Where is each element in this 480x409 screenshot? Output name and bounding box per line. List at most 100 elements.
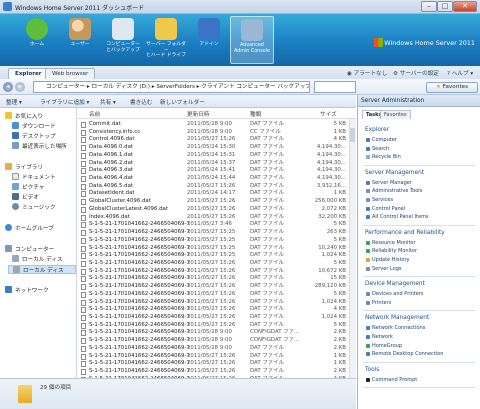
file-row[interactable]: Commit.dat 2011/05/28 9:00 DAT ファイル 5 KB (78, 121, 348, 129)
admin-link[interactable]: Server Manager (366, 180, 412, 186)
nav-local-disk-d[interactable]: ローカル ディス (8, 265, 76, 274)
forward-button[interactable]: ▸ (15, 82, 25, 92)
file-name: S-1-5-21-1701041662-2466504069-7... (89, 283, 189, 290)
file-list-scrollbar[interactable] (349, 119, 356, 380)
tab-explorer[interactable]: Explorer (8, 68, 49, 79)
admin-link[interactable]: Server Logs (366, 266, 402, 272)
admin-link[interactable]: Services (366, 197, 393, 203)
file-row[interactable]: S-1-5-21-1701041662-2466504069-7...2011/… (78, 221, 348, 229)
file-row[interactable]: S-1-5-21-1701041662-2466504069-7...2011/… (78, 291, 348, 299)
file-row[interactable]: GlobalClusterLatest.4096.dat 2011/05/27 1… (78, 206, 348, 214)
file-row[interactable]: S-1-5-21-1701041662-2466504069-7...2011/… (78, 245, 348, 253)
file-row[interactable]: Data.4096.0.dat 2011/05/24 15:30 DAT ファイル 4… (78, 144, 348, 152)
file-row[interactable]: GlobalCluster.4096.dat 2011/05/27 15:26 DA… (78, 198, 348, 206)
admin-link[interactable]: All Control Panel Items (366, 214, 429, 220)
nav-documents[interactable]: ドキュメント (12, 173, 56, 182)
file-row[interactable]: S-1-5-21-1701041662-2466504069-7...2011/… (78, 260, 348, 268)
nav-downloads[interactable]: ダウンロード (12, 122, 56, 131)
nav-recent-places[interactable]: 最近表示した場所 (12, 142, 67, 151)
burn-button[interactable]: 書き込む (130, 98, 152, 106)
file-row[interactable]: S-1-5-21-1701041662-2466504069-7...2011/… (78, 306, 348, 314)
admin-link[interactable]: Administrative Tools (366, 188, 422, 194)
tab-home[interactable]: ホーム (15, 16, 59, 64)
nav-videos[interactable]: ビデオ (12, 193, 39, 202)
file-row[interactable]: S-1-5-21-1701041662-2466504069-7...2011/… (78, 314, 348, 322)
file-row[interactable]: S-1-5-21-1701041662-2466504069-7...2011/… (78, 229, 348, 237)
admin-link[interactable]: Printers (366, 300, 391, 306)
server-settings-link[interactable]: ⚙ サーバーの設定 (393, 69, 439, 77)
tab-advanced-admin-console[interactable]: Advanced Admin Console (230, 16, 274, 64)
column-size[interactable]: サイズ (320, 110, 337, 118)
file-row[interactable]: S-1-5-21-1701041662-2466504069-7...2011/… (78, 322, 348, 330)
admin-link[interactable]: Update History (366, 257, 410, 263)
file-row[interactable]: Data.4096.3.dat 2011/05/24 15:41 DAT ファイル 4… (78, 167, 348, 175)
file-row[interactable]: S-1-5-21-1701041662-2466504069-7...2011/… (78, 237, 348, 245)
alerts-link[interactable]: ◉ アラートなし (347, 69, 387, 77)
new-folder-button[interactable]: 新しいフォルダー (160, 98, 205, 106)
file-row[interactable]: S-1-5-21-1701041662-2466504069-7...2011/… (78, 329, 348, 337)
minimize-button[interactable]: – (421, 1, 437, 12)
column-type[interactable]: 種類 (250, 110, 261, 118)
file-row[interactable]: S-1-5-21-1701041662-2466504069-7...2011/… (78, 353, 348, 361)
nav-libraries[interactable]: ライブラリ (5, 163, 43, 172)
file-row[interactable]: S-1-5-21-1701041662-2466504069-7...2011/… (78, 299, 348, 307)
organize-button[interactable]: 整理 ▾ (6, 98, 22, 106)
file-icon (81, 322, 86, 329)
nav-network[interactable]: ネットワーク (5, 286, 49, 295)
file-row[interactable]: Index.4096.dat 2011/05/27 15:26 DAT ファイル 32… (78, 214, 348, 222)
nav-music[interactable]: ミュージック (12, 203, 55, 212)
admin-link[interactable]: Computer (366, 137, 397, 143)
share-with-button[interactable]: 共有 ▾ (100, 98, 116, 106)
admin-link[interactable]: Reliability Monitor (366, 248, 417, 254)
admin-link[interactable]: Control Panel (366, 206, 405, 212)
help-link[interactable]: ? ヘルプ ▾ (447, 69, 473, 77)
file-row[interactable]: S-1-5-21-1701041662-2466504069-7...2011/… (78, 275, 348, 283)
file-row[interactable]: Data.4096.2.dat 2011/05/24 15:37 DAT ファイル 4… (78, 160, 348, 168)
maximize-button[interactable]: □ (437, 1, 453, 12)
admin-link[interactable]: Search (366, 146, 389, 152)
file-row[interactable]: S-1-5-21-1701041662-2466504069-7...2011/… (78, 337, 348, 345)
close-button[interactable]: ✕ (453, 1, 477, 12)
tab-web-browser[interactable]: Web browser (45, 68, 96, 79)
file-row[interactable]: Consistency.info.cc 2011/05/28 9:00 CC ファイ… (78, 129, 348, 137)
admin-link[interactable]: Resource Monitor (366, 240, 416, 246)
admin-link[interactable]: HomeGroup (366, 343, 402, 349)
scrollbar-thumb[interactable] (350, 128, 355, 142)
nav-computer[interactable]: コンピューター (5, 245, 54, 254)
tab-users[interactable]: ユーザー (58, 16, 102, 64)
tab-favorites[interactable]: Favorites (380, 110, 411, 119)
admin-link[interactable]: Devices and Printers (366, 291, 424, 297)
nav-favorites[interactable]: お気に入り (5, 112, 43, 121)
search-input[interactable] (314, 81, 356, 93)
file-size: 4,194,30... (316, 159, 346, 166)
file-row[interactable]: S-1-5-21-1701041662-2466504069-7...2011/… (78, 252, 348, 260)
file-row[interactable]: S-1-5-21-1701041662-2466504069-7...2011/… (78, 368, 348, 376)
column-date-modified[interactable]: 更新日時 (187, 110, 209, 118)
file-row[interactable]: Data.4096.1.dat 2011/05/24 15:31 DAT ファイル 4… (78, 152, 348, 160)
admin-link[interactable]: Recycle Bin (366, 154, 401, 160)
tab-addins[interactable]: アドイン (187, 16, 231, 64)
file-row[interactable]: DatasetIdent.dat 2011/05/24 14:17 DAT ファイル… (78, 190, 348, 198)
file-row[interactable]: S-1-5-21-1701041662-2466504069-7...2011/… (78, 345, 348, 353)
admin-link[interactable]: Network (366, 334, 393, 340)
favorites-button[interactable]: ★ Favorites (426, 82, 478, 93)
address-path[interactable]: コンピューター ▸ ローカル ディスク (D:) ▸ ServerFolders… (33, 81, 310, 93)
include-in-library-button[interactable]: ライブラリに追加 ▾ (40, 98, 89, 106)
admin-link[interactable]: Network Connections (366, 325, 425, 331)
nav-local-disk-c[interactable]: ローカル ディス (12, 255, 63, 264)
file-row[interactable]: Control.4096.dat 2011/05/27 15:26 DAT ファイル… (78, 136, 348, 144)
nav-pictures[interactable]: ピクチャ (12, 183, 44, 192)
file-row[interactable]: Data.4096.5.dat 2011/05/27 15:26 DAT ファイル 3… (78, 183, 348, 191)
file-row[interactable]: S-1-5-21-1701041662-2466504069-7...2011/… (78, 283, 348, 291)
nav-desktop[interactable]: デスクトップ (12, 132, 56, 141)
nav-homegroup[interactable]: ホームグループ (5, 224, 54, 233)
tab-computers-backup[interactable]: コンピューター とバックアップ (101, 16, 145, 64)
file-row[interactable]: S-1-5-21-1701041662-2466504069-7...2011/… (78, 268, 348, 276)
file-row[interactable]: S-1-5-21-1701041662-2466504069-7...2011/… (78, 360, 348, 368)
column-name[interactable]: 名前 (89, 110, 100, 118)
tab-server-folders[interactable]: サーバー フォルダー とハード ドライブ (144, 16, 188, 64)
admin-link[interactable]: Command Prompt (366, 377, 417, 383)
back-button[interactable]: ◂ (3, 82, 13, 92)
admin-link[interactable]: Remote Desktop Connection (366, 351, 443, 357)
file-row[interactable]: Data.4096.4.dat 2011/05/24 15:44 DAT ファイル 4… (78, 175, 348, 183)
